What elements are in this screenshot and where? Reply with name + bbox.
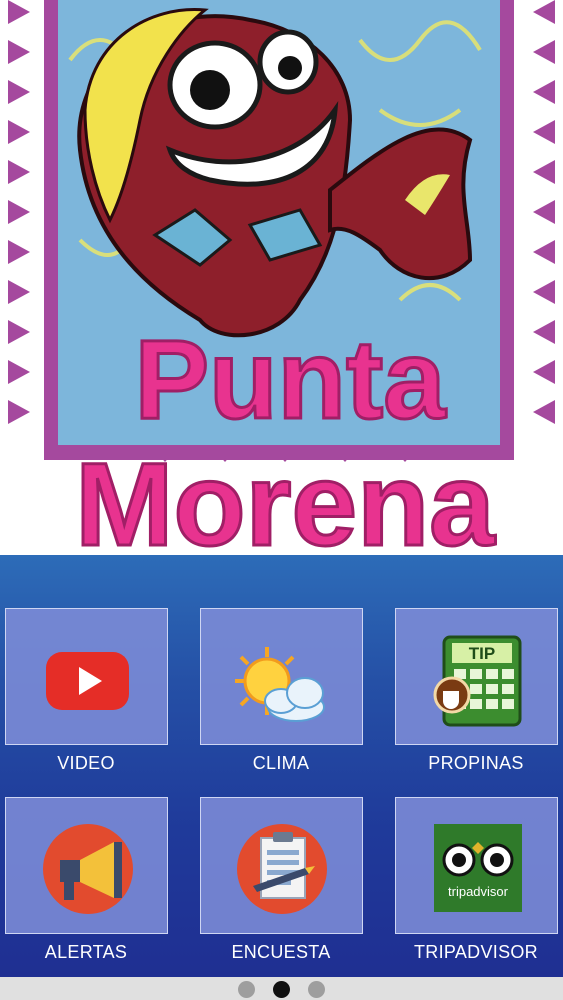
menu-tile-tripadvisor[interactable]: tripadvisor bbox=[395, 797, 558, 934]
menu-tile-video[interactable] bbox=[5, 608, 168, 745]
tripadvisor-icon: tripadvisor bbox=[434, 824, 522, 912]
tip-calculator-icon: TIP bbox=[433, 635, 522, 727]
tripadvisor-wordmark: tripadvisor bbox=[448, 884, 509, 899]
page-dot-1[interactable] bbox=[238, 981, 255, 998]
menu-label-propinas: PROPINAS bbox=[428, 753, 524, 773]
menu-label-encuesta: ENCUESTA bbox=[231, 942, 331, 962]
menu-label-alertas: ALERTAS bbox=[44, 942, 128, 962]
tip-calculator-text: TIP bbox=[469, 644, 495, 663]
menu-label-tripadvisor: TRIPADVISOR bbox=[414, 942, 538, 962]
menu-tile-alertas[interactable] bbox=[5, 797, 168, 934]
menu-tile-propinas[interactable]: TIP bbox=[395, 608, 558, 745]
megaphone-icon bbox=[43, 824, 133, 914]
page-indicator bbox=[0, 977, 563, 1000]
menu-tile-encuesta[interactable] bbox=[200, 797, 363, 934]
logo-fish-pupil-second bbox=[278, 56, 302, 80]
menu-grid: VIDEO CLIMA TIP PROPINAS ALERTAS ENCUEST… bbox=[0, 555, 563, 977]
page-dot-3[interactable] bbox=[308, 981, 325, 998]
youtube-icon bbox=[46, 652, 129, 710]
page-dot-2-active[interactable] bbox=[273, 981, 290, 998]
punta-morena-logo-image: Punta Morena bbox=[8, 0, 555, 555]
logo-text-line2: Morena bbox=[75, 439, 496, 555]
logo-text-line1: Punta bbox=[134, 317, 446, 442]
weather-icon bbox=[235, 647, 325, 722]
survey-icon bbox=[237, 824, 327, 914]
app-logo: Punta Morena bbox=[0, 0, 563, 555]
menu-tile-clima[interactable] bbox=[200, 608, 363, 745]
menu-label-clima: CLIMA bbox=[252, 753, 310, 773]
logo-fish-pupil bbox=[190, 70, 230, 110]
menu-label-video: VIDEO bbox=[57, 753, 115, 773]
